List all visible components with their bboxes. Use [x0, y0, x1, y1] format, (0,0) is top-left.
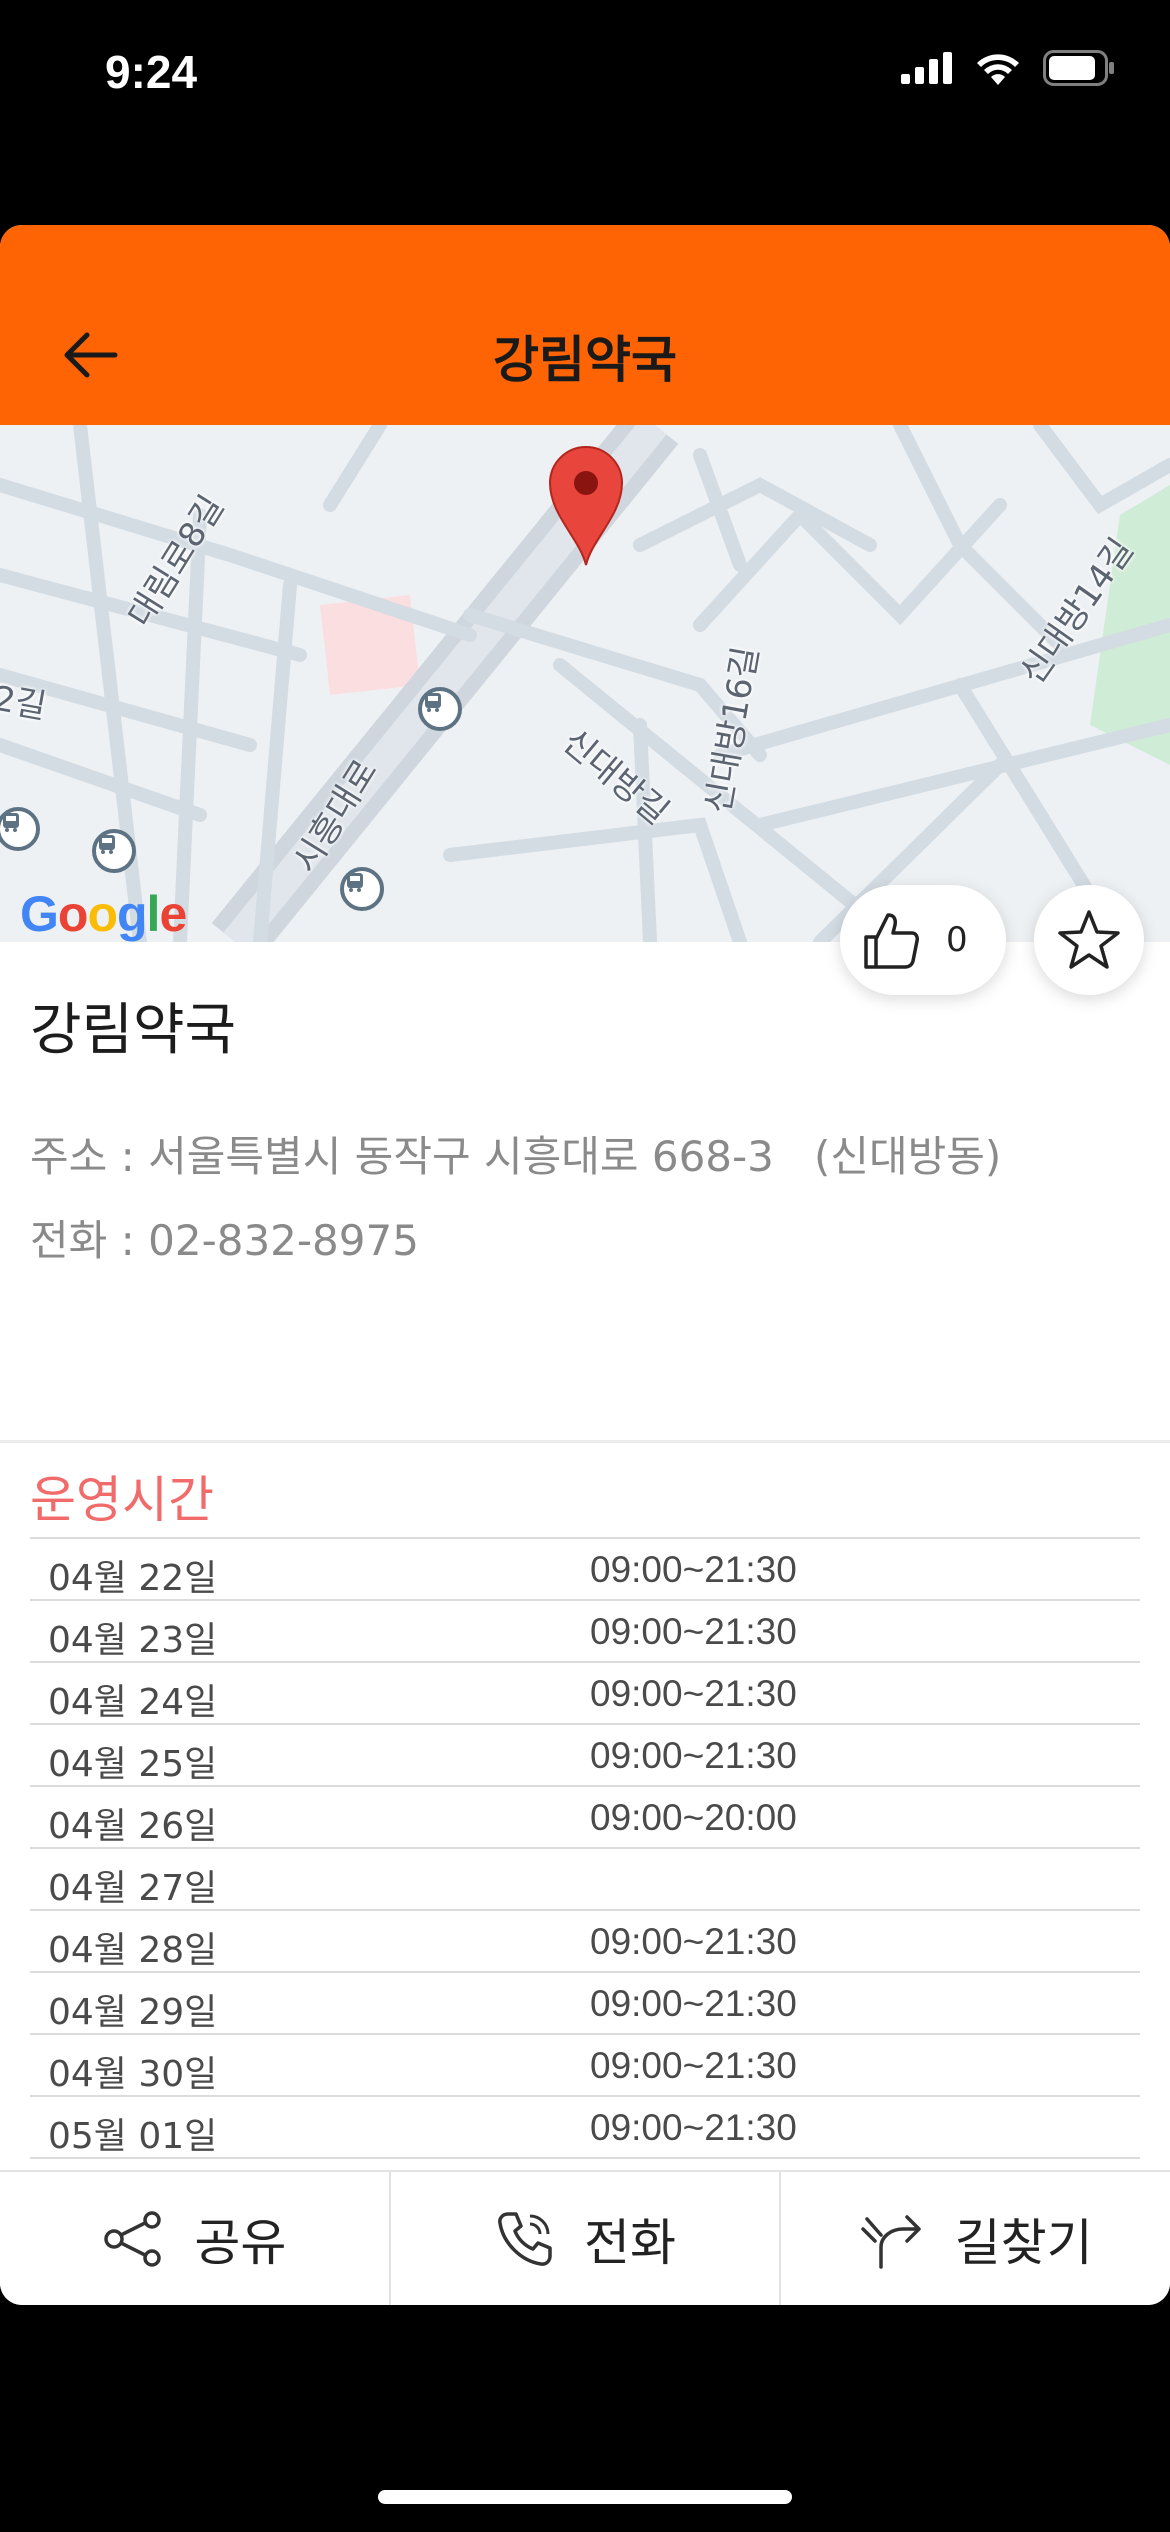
- share-label: 공유: [194, 2213, 287, 2272]
- map-label-road: 2길: [0, 678, 50, 728]
- hours-date: 04월 30일: [48, 2054, 218, 2095]
- map-view[interactable]: 대림로8길 2길 시흥대로 신대방길 신대방16길 신대방14길 Google: [0, 425, 1170, 942]
- phone-text[interactable]: 전화 : 02-832-8975: [30, 1207, 419, 1268]
- hours-date: 04월 22일: [48, 1558, 218, 1599]
- hours-time: 09:00~21:30: [590, 1673, 797, 1714]
- hours-date: 05월 01일: [48, 2116, 218, 2157]
- hours-time: 09:00~20:00: [590, 1797, 797, 1838]
- hours-time: 09:00~21:30: [590, 1983, 797, 2024]
- hours-date: 04월 23일: [48, 1620, 218, 1661]
- page-title: 강림약국: [493, 331, 677, 389]
- hours-date: 04월 25일: [48, 1744, 218, 1785]
- table-row: 04월 23일 09:00~21:30: [30, 1601, 1140, 1663]
- hours-time: 09:00~21:30: [590, 1549, 797, 1590]
- table-row: 04월 30일 09:00~21:30: [30, 2035, 1140, 2097]
- detail-sheet: 강림약국 대림로8길 2길 시흥대로 신대방길 신대방16길 신대방14길 Go…: [0, 225, 1170, 2305]
- address-text: 주소 : 서울특별시 동작구 시흥대로 668-3 (신대방동): [30, 1132, 1002, 1181]
- hours-time: 09:00~21:30: [590, 1611, 797, 1652]
- share-button[interactable]: 공유: [0, 2172, 391, 2305]
- table-row: 04월 25일 09:00~21:30: [30, 1725, 1140, 1787]
- hours-title: 운영시간: [30, 1471, 214, 1529]
- thumbs-up-icon: [864, 913, 919, 969]
- status-bar: 9:24: [0, 0, 1170, 150]
- star-icon: [1058, 910, 1120, 969]
- call-label: 전화: [584, 2213, 676, 2272]
- hours-date: 04월 28일: [48, 1930, 218, 1971]
- google-logo: Google: [20, 886, 187, 942]
- favorite-button[interactable]: [1034, 885, 1144, 995]
- phone-icon: [498, 2211, 552, 2266]
- bus-stop-icon[interactable]: [418, 687, 462, 731]
- status-time: 9:24: [105, 46, 198, 98]
- table-row: 04월 24일 09:00~21:30: [30, 1663, 1140, 1725]
- directions-label: 길찾기: [954, 2213, 1093, 2272]
- status-icons: [901, 50, 1115, 86]
- like-count: 0: [946, 920, 968, 960]
- hours-time: 09:00~21:30: [590, 1735, 797, 1776]
- table-row: 04월 28일 09:00~21:30: [30, 1911, 1140, 1973]
- like-button[interactable]: 0: [840, 885, 1006, 995]
- app-header: 강림약국: [0, 225, 1170, 425]
- hours-table: 04월 22일 09:00~21:30 04월 23일 09:00~21:30 04…: [30, 1537, 1140, 2159]
- hours-date: 04월 29일: [48, 1992, 218, 2033]
- hours-time: 09:00~21:30: [590, 2045, 797, 2086]
- table-row: 05월 01일 09:00~21:30: [30, 2097, 1140, 2159]
- bus-stop-icon[interactable]: [92, 829, 136, 873]
- home-indicator[interactable]: [378, 2490, 792, 2504]
- share-icon: [104, 2210, 162, 2267]
- hours-date: 04월 24일: [48, 1682, 218, 1723]
- directions-icon: [860, 2214, 921, 2269]
- bottom-action-bar: 공유 전화 길찾기: [0, 2170, 1170, 2305]
- table-row: 04월 26일 09:00~20:00: [30, 1787, 1140, 1849]
- hours-date: 04월 27일: [48, 1868, 218, 1909]
- location-pin-icon[interactable]: [546, 443, 626, 567]
- table-row: 04월 22일 09:00~21:30: [30, 1539, 1140, 1601]
- battery-icon: [1043, 50, 1114, 86]
- signal-icon: [901, 52, 952, 84]
- wifi-icon: [977, 54, 1019, 85]
- table-row: 04월 29일 09:00~21:30: [30, 1973, 1140, 2035]
- place-name: 강림약국: [30, 998, 237, 1063]
- divider: [0, 1440, 1170, 1443]
- table-row: 04월 27일: [30, 1849, 1140, 1911]
- hours-date: 04월 26일: [48, 1806, 218, 1847]
- hours-time: 09:00~21:30: [590, 2107, 797, 2148]
- hours-time: 09:00~21:30: [590, 1921, 797, 1962]
- bus-stop-icon[interactable]: [340, 867, 384, 911]
- call-button[interactable]: 전화: [391, 2172, 782, 2305]
- directions-button[interactable]: 길찾기: [781, 2172, 1170, 2305]
